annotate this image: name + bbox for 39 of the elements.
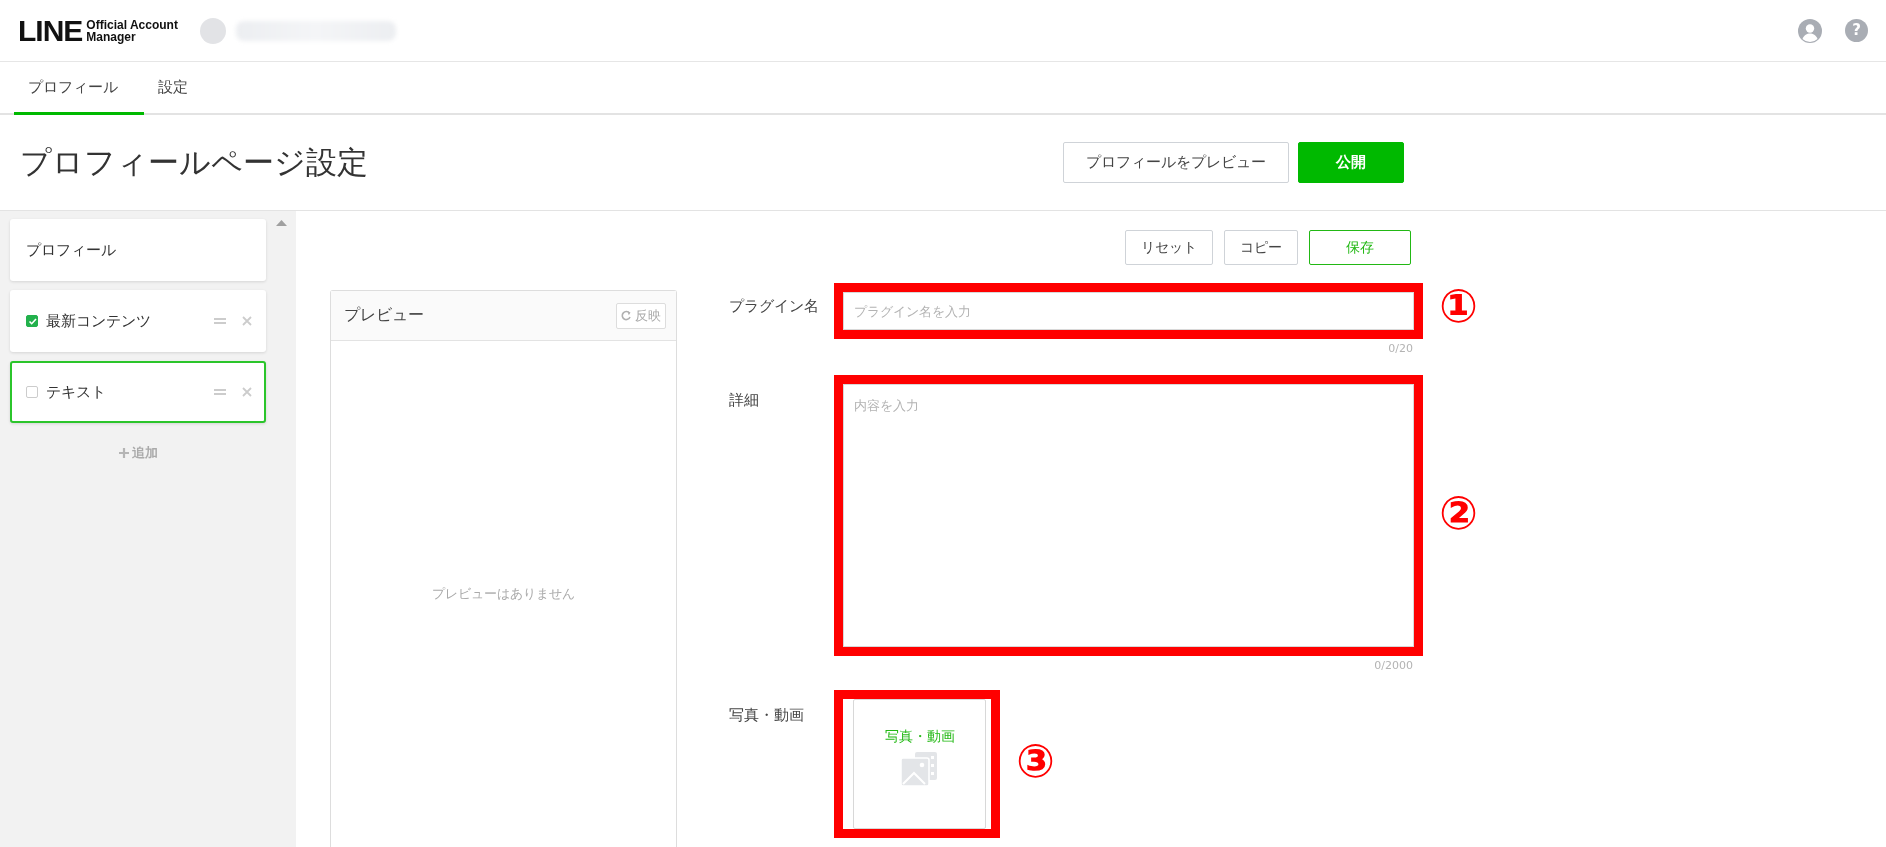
- annotation-number: ③: [1016, 738, 1055, 784]
- refresh-icon: [621, 310, 632, 321]
- checkbox[interactable]: [26, 315, 38, 327]
- checkbox[interactable]: [26, 386, 38, 398]
- checkmark-icon: [27, 317, 37, 325]
- sidebar-item-label: プロフィール: [26, 240, 117, 260]
- page-title: プロフィールページ設定: [20, 142, 369, 182]
- tab[interactable]: プロフィール: [14, 62, 144, 115]
- logo-wordmark: LINE: [18, 15, 83, 46]
- sidebar-item-label: 最新コンテンツ: [46, 311, 152, 331]
- empty-preview-text: プレビューはありません: [432, 585, 575, 603]
- close-icon[interactable]: [242, 387, 252, 397]
- field-label: 写真・動画: [729, 705, 805, 725]
- preview-title: プレビュー: [344, 305, 424, 326]
- sidebar-item[interactable]: 最新コンテンツ: [10, 290, 266, 352]
- image-icon: [901, 752, 938, 787]
- account-avatar[interactable]: [199, 17, 226, 44]
- close-icon[interactable]: [242, 316, 252, 326]
- logo-subtitle: Official Account Manager: [86, 18, 178, 43]
- annotation-number: ①: [1439, 283, 1478, 329]
- drag-handle-icon: [214, 317, 226, 325]
- plus-icon: [118, 448, 129, 458]
- character-counter: 0/20: [1388, 342, 1413, 355]
- tab[interactable]: 設定: [144, 62, 206, 115]
- field-label: プラグイン名: [729, 296, 820, 316]
- preview-profile-button[interactable]: プロフィールをプレビュー: [1063, 142, 1289, 183]
- sidebar-item[interactable]: テキスト: [10, 361, 266, 423]
- action-button[interactable]: リセット: [1125, 230, 1213, 265]
- plugin-name-field[interactable]: プラグイン名を入力: [843, 292, 1414, 330]
- scroll-up-arrow-icon: [275, 219, 287, 226]
- character-counter: 0/2000: [1374, 659, 1413, 672]
- drag-handle-icon: [214, 388, 226, 396]
- details-field[interactable]: 内容を入力: [843, 384, 1414, 647]
- action-button[interactable]: コピー: [1224, 230, 1298, 265]
- field-label: 詳細: [729, 390, 760, 410]
- sidebar-item[interactable]: プロフィール: [10, 219, 266, 281]
- sidebar-item-label: テキスト: [46, 382, 107, 402]
- annotation-number: ②: [1439, 490, 1478, 536]
- user-icon: [1798, 18, 1822, 43]
